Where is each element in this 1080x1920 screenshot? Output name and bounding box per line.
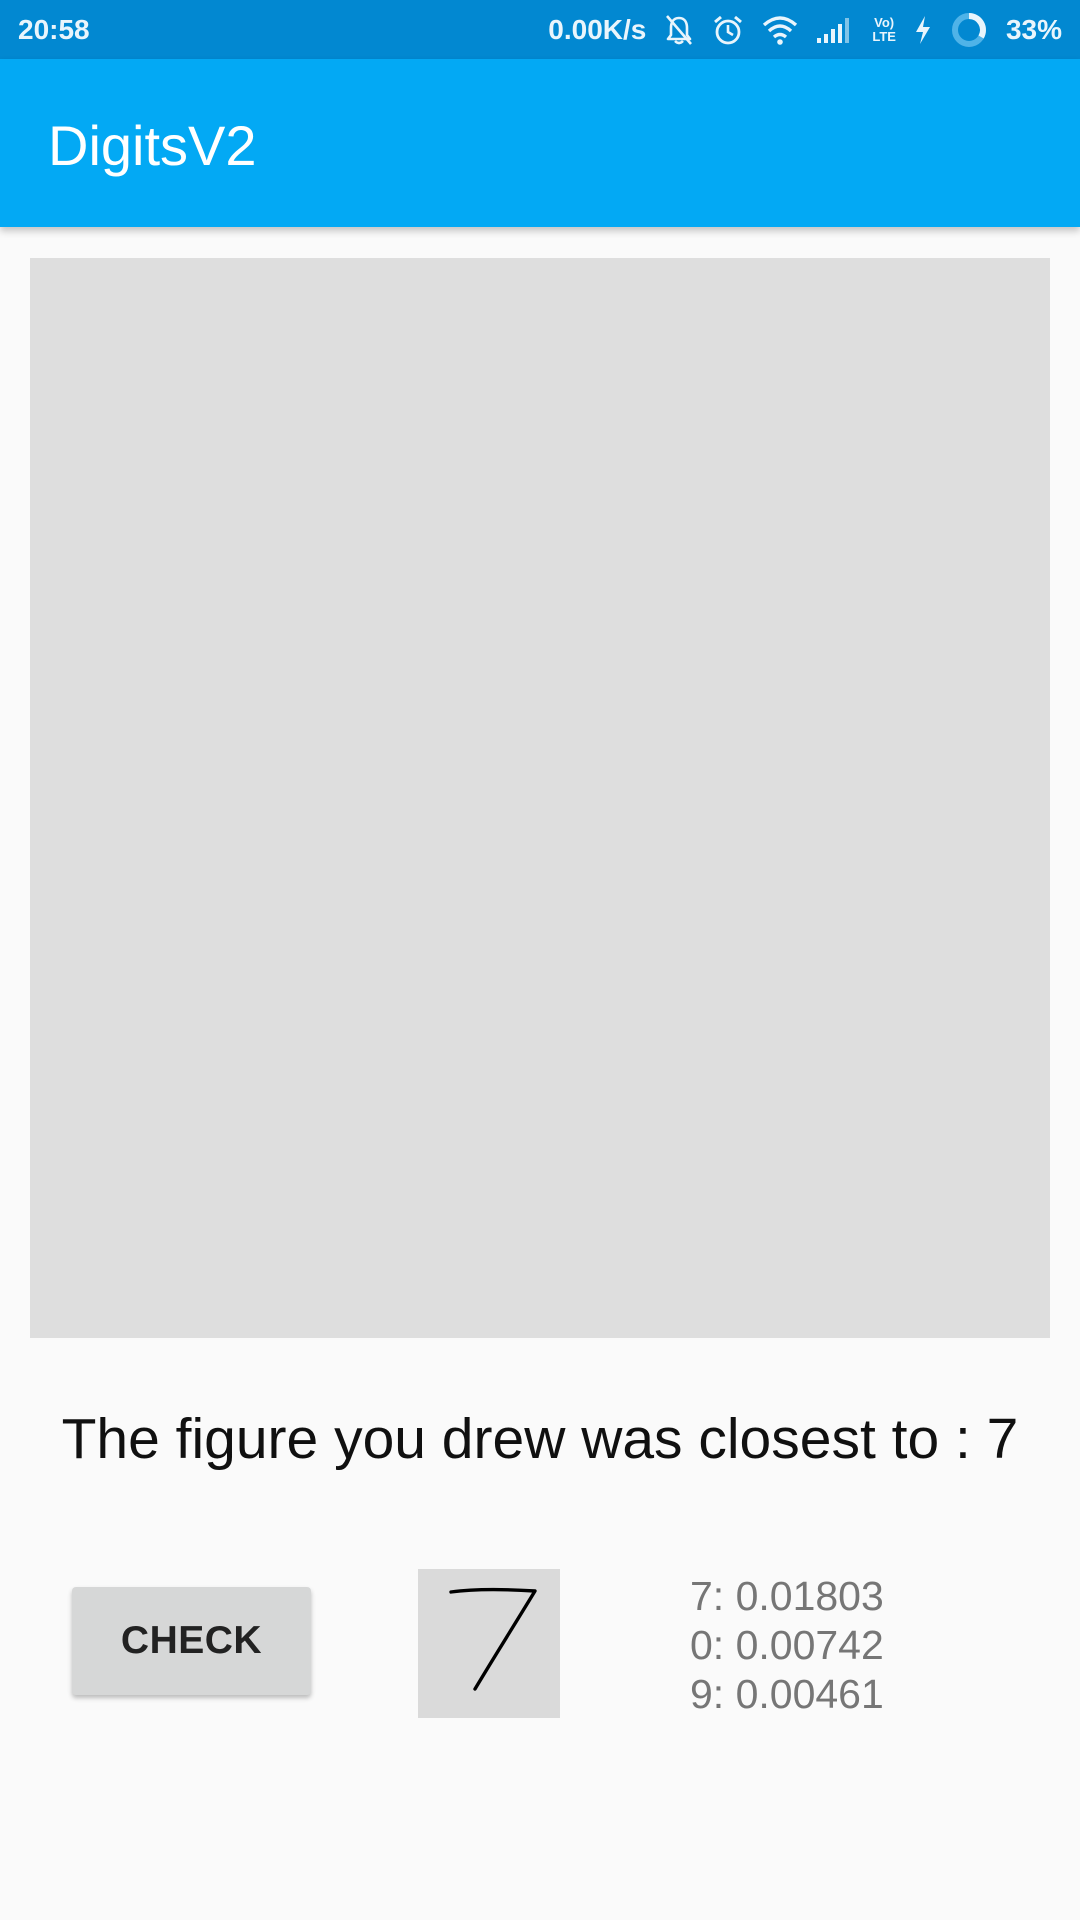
- app-bar: DigitsV2: [0, 59, 1080, 227]
- status-icons: 0.00K/s Vo) LTE 33%: [548, 8, 1062, 52]
- battery-percent: 33%: [1005, 14, 1062, 45]
- signal-icon: [816, 16, 854, 44]
- alarm-icon: [712, 14, 744, 46]
- handwritten-seven-icon: [449, 1587, 537, 1691]
- prediction-result-text: The figure you drew was closest to : 7: [61, 1407, 1019, 1471]
- drawing-canvas[interactable]: [30, 258, 1050, 1338]
- charging-icon: [914, 15, 932, 45]
- status-bar: 20:58 0.00K/s Vo) LTE 33%: [0, 0, 1080, 59]
- digit-thumbnail: [418, 1569, 560, 1718]
- score-list: 7: 0.01803 0: 0.00742 9: 0.00461: [690, 1572, 884, 1719]
- score-line: 0: 0.00742: [690, 1622, 884, 1668]
- volte-icon: Vo) LTE: [872, 15, 896, 44]
- check-button[interactable]: CHECK: [72, 1587, 311, 1695]
- status-time: 20:58: [18, 14, 90, 45]
- score-line: 7: 0.01803: [690, 1573, 884, 1619]
- score-line: 9: 0.00461: [690, 1671, 884, 1717]
- bell-off-icon: [664, 14, 694, 46]
- network-speed: 0.00K/s: [548, 14, 647, 45]
- battery-ring-icon: [950, 11, 988, 49]
- wifi-icon: [762, 15, 798, 45]
- app-title: DigitsV2: [48, 114, 257, 177]
